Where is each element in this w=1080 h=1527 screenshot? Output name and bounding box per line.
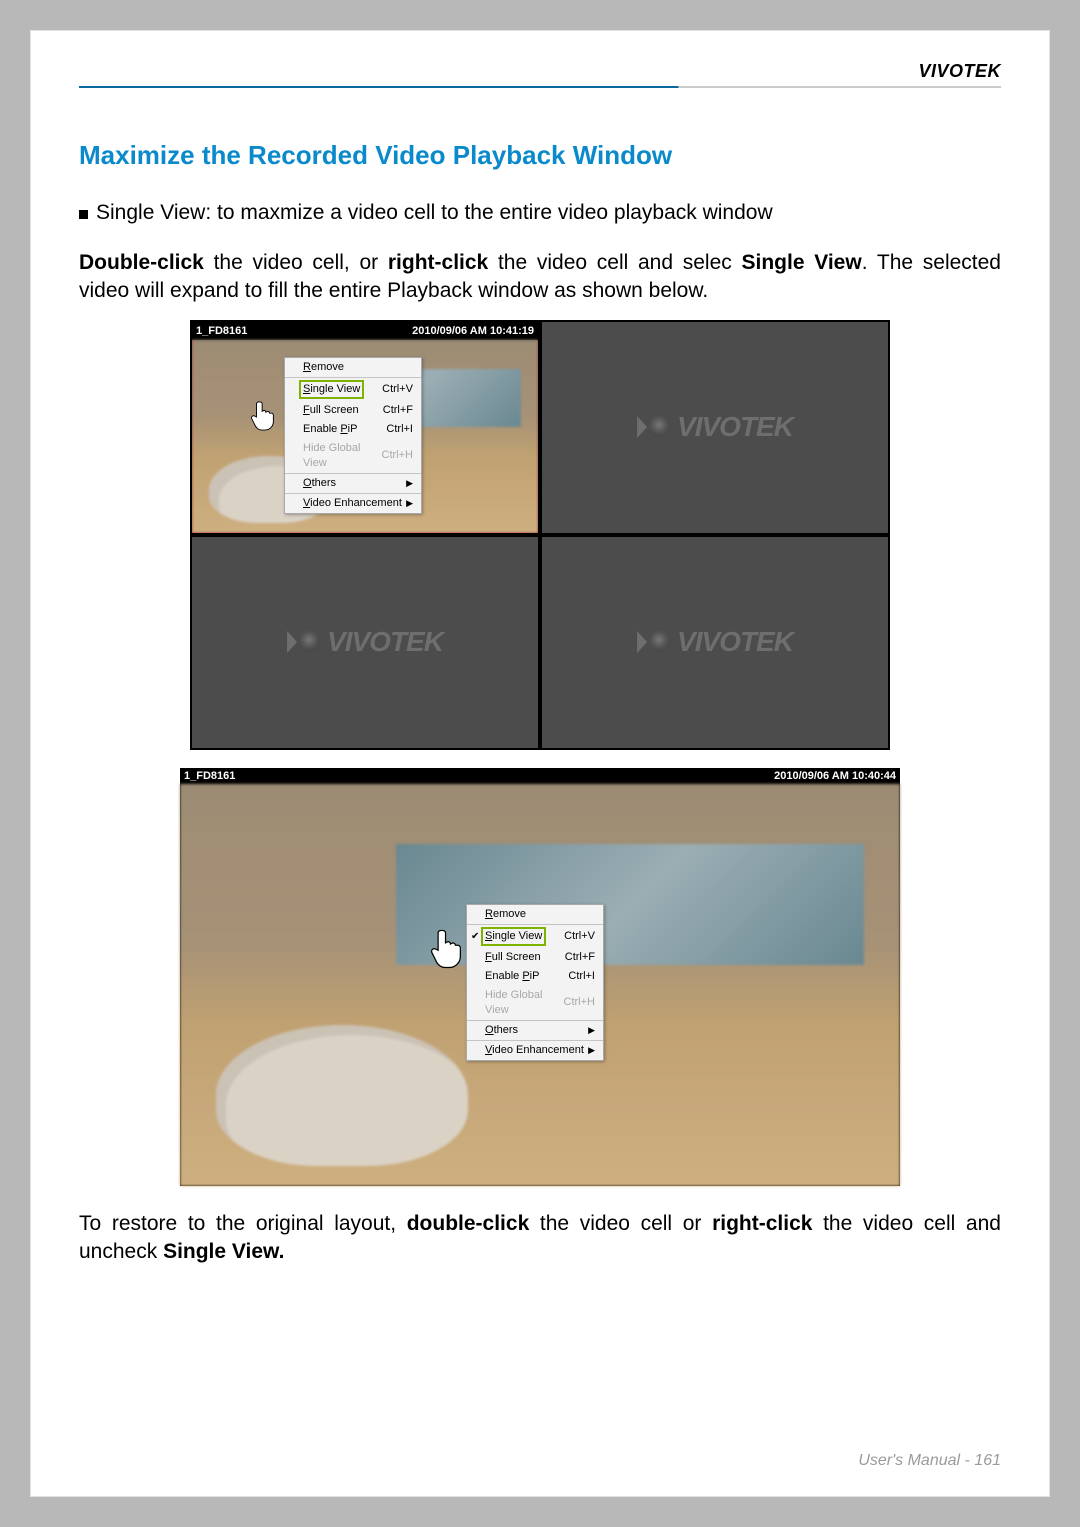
logo-text: VIVOTEK (327, 626, 443, 658)
p1-rightclick: right-click (388, 251, 488, 274)
submenu-arrow-icon: ▶ (406, 476, 413, 491)
menu-full-screen[interactable]: Full Screen Ctrl+F (285, 401, 421, 420)
logo-fin-icon (637, 631, 647, 653)
menu-hide-global-view: Hide Global View Ctrl+H (285, 439, 421, 473)
submenu-arrow-icon: ▶ (406, 496, 413, 511)
vivotek-logo: VIVOTEK (637, 411, 793, 443)
submenu-arrow-icon: ▶ (588, 1043, 595, 1058)
header-rule (79, 86, 1001, 88)
menu-enable-pip[interactable]: Enable PiP Ctrl+I (285, 420, 421, 439)
p1-singleview: Single View (742, 251, 862, 274)
instruction-paragraph-2: To restore to the original layout, doubl… (79, 1210, 1001, 1267)
document-page: VIVOTEK Maximize the Recorded Video Play… (30, 30, 1050, 1497)
logo-lens-icon (299, 631, 321, 653)
shortcut: Ctrl+V (564, 929, 595, 944)
header-brand: VIVOTEK (79, 61, 1001, 96)
cell-timestamp: 2010/09/06 AM 10:40:44 (774, 770, 896, 782)
check-icon: ✔ (471, 929, 479, 944)
submenu-arrow-icon: ▶ (588, 1023, 595, 1038)
shortcut: Ctrl+F (565, 950, 595, 965)
logo-fin-icon (637, 416, 647, 438)
single-view-screenshot: 1_FD8161 2010/09/06 AM 10:40:44 Remove ✔… (180, 768, 900, 1186)
page-number: 161 (974, 1452, 1001, 1469)
logo-lens-icon (649, 631, 671, 653)
shortcut: Ctrl+V (382, 382, 413, 397)
menu-enable-pip[interactable]: Enable PiP Ctrl+I (467, 967, 603, 986)
context-menu[interactable]: Remove Single View Ctrl+V Full Screen Ct… (284, 357, 422, 514)
shortcut: Ctrl+H (382, 448, 413, 463)
logo-fin-icon (287, 631, 297, 653)
vivotek-logo: VIVOTEK (287, 626, 443, 658)
cell-label: 1_FD8161 (196, 325, 247, 337)
menu-others[interactable]: Others▶ (467, 1020, 603, 1040)
menu-others[interactable]: Others▶ (285, 473, 421, 493)
cell-label: 1_FD8161 (184, 770, 235, 782)
menu-remove[interactable]: Remove (285, 358, 421, 377)
shortcut: Ctrl+I (568, 969, 595, 984)
footer: User's Manual - 161 (858, 1452, 1001, 1470)
section-title: Maximize the Recorded Video Playback Win… (79, 140, 1001, 171)
bullet-square-icon (79, 210, 88, 219)
cell-timestamp: 2010/09/06 AM 10:41:19 (412, 325, 534, 337)
logo-text: VIVOTEK (677, 626, 793, 658)
bullet-text: Single View: to maxmize a video cell to … (96, 201, 773, 225)
p2-singleview: Single View. (163, 1240, 284, 1263)
video-cell-1[interactable]: 1_FD8161 2010/09/06 AM 10:41:19 Remove S… (192, 322, 538, 533)
menu-video-enhancement[interactable]: Video Enhancement▶ (285, 493, 421, 513)
quad-view-screenshot: 1_FD8161 2010/09/06 AM 10:41:19 Remove S… (190, 320, 890, 750)
p2-rightclick: right-click (712, 1212, 812, 1235)
hand-cursor-icon (249, 400, 279, 432)
menu-hide-global-view: Hide Global View Ctrl+H (467, 986, 603, 1020)
menu-single-view-checked[interactable]: ✔ Single View Ctrl+V (467, 924, 603, 948)
p2-doubleclick: double-click (407, 1212, 530, 1235)
logo-lens-icon (649, 416, 671, 438)
menu-full-screen[interactable]: Full Screen Ctrl+F (467, 948, 603, 967)
single-view-bullet: Single View: to maxmize a video cell to … (79, 201, 1001, 225)
vivotek-logo: VIVOTEK (637, 626, 793, 658)
video-cell-4[interactable]: VIVOTEK (542, 537, 888, 748)
menu-single-view[interactable]: Single View Ctrl+V (285, 377, 421, 401)
cell-header: 1_FD8161 2010/09/06 AM 10:40:44 (180, 768, 900, 784)
video-cell-3[interactable]: VIVOTEK (192, 537, 538, 748)
menu-video-enhancement[interactable]: Video Enhancement▶ (467, 1040, 603, 1060)
brand-text: VIVOTEK (918, 61, 1001, 81)
video-cell-2[interactable]: VIVOTEK (542, 322, 888, 533)
logo-text: VIVOTEK (677, 411, 793, 443)
instruction-paragraph-1: Double-click the video cell, or right-cl… (79, 249, 1001, 306)
menu-remove[interactable]: Remove (467, 905, 603, 924)
shortcut: Ctrl+I (386, 422, 413, 437)
p1-doubleclick: Double-click (79, 251, 204, 274)
shortcut: Ctrl+H (564, 995, 595, 1010)
cell-header: 1_FD8161 2010/09/06 AM 10:41:19 (192, 322, 538, 340)
shortcut: Ctrl+F (383, 403, 413, 418)
context-menu-single[interactable]: Remove ✔ Single View Ctrl+V Full Screen … (466, 904, 604, 1061)
hand-cursor-icon (428, 928, 468, 970)
footer-label: User's Manual - (858, 1452, 974, 1469)
